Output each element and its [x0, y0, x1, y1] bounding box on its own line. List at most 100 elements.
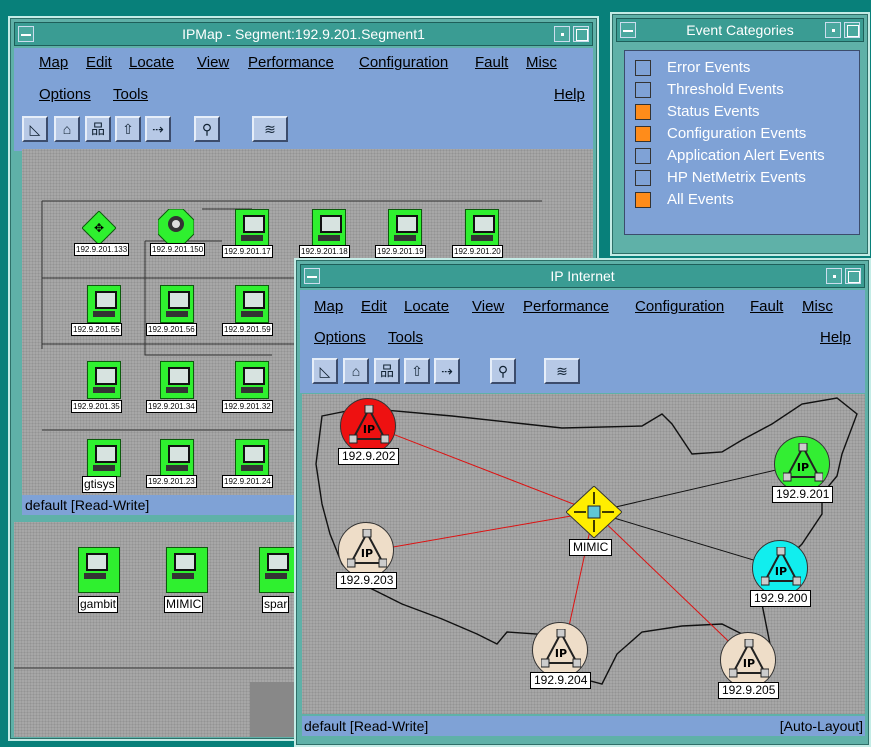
- hp-openview-icon[interactable]: ≋: [252, 116, 288, 142]
- node-label: 192.9.201.18: [299, 245, 350, 258]
- close-map-icon[interactable]: ◺: [312, 358, 338, 384]
- tree-icon[interactable]: 品: [374, 358, 400, 384]
- host-node[interactable]: [235, 285, 269, 323]
- status-square-icon: [635, 170, 651, 186]
- home-icon[interactable]: ⌂: [54, 116, 80, 142]
- menu-configuration[interactable]: Configuration: [359, 54, 448, 71]
- ip-network-node[interactable]: IP: [338, 522, 394, 578]
- magnifier-icon[interactable]: ⚲: [490, 358, 516, 384]
- internet-statusbar: default [Read-Write] [Auto-Layout]: [302, 716, 865, 736]
- home-icon[interactable]: ⌂: [343, 358, 369, 384]
- maximize-button[interactable]: [844, 22, 860, 38]
- menu-edit[interactable]: Edit: [86, 54, 112, 71]
- menu-fault[interactable]: Fault: [475, 54, 508, 71]
- hub-node[interactable]: [565, 485, 623, 539]
- svg-text:IP: IP: [743, 657, 755, 670]
- menu-help[interactable]: Help: [820, 329, 851, 346]
- menu-fault[interactable]: Fault: [750, 298, 783, 315]
- host-node[interactable]: [388, 209, 422, 247]
- menu-map[interactable]: Map: [39, 54, 68, 71]
- node-label: 192.9.201.35: [71, 400, 122, 413]
- ip-network-label: 192.9.205: [718, 682, 780, 699]
- ipmap-titlebar[interactable]: IPMap - Segment:192.9.201.Segment1: [14, 22, 593, 46]
- window-menu-button[interactable]: [304, 268, 320, 284]
- ip-network-label: 192.9.200: [750, 590, 812, 607]
- host-node[interactable]: [87, 439, 121, 477]
- menu-performance[interactable]: Performance: [523, 298, 609, 315]
- event-category-label: Application Alert Events: [667, 147, 825, 164]
- event-category-label: HP NetMetrix Events: [667, 169, 806, 186]
- menu-edit[interactable]: Edit: [361, 298, 387, 315]
- host-node[interactable]: [235, 361, 269, 399]
- network-icon: IP: [783, 443, 823, 482]
- host-node[interactable]: [87, 361, 121, 399]
- events-titlebar[interactable]: Event Categories: [616, 18, 864, 42]
- up-arrow-icon[interactable]: ⇧: [115, 116, 141, 142]
- internet-canvas[interactable]: IP 192.9.202 IP 192.9.201 IP 192.9.203 IP 192.9…: [302, 394, 865, 714]
- menu-misc[interactable]: Misc: [526, 54, 557, 71]
- host-node[interactable]: [87, 285, 121, 323]
- host-node[interactable]: [312, 209, 346, 247]
- host-node[interactable]: [160, 285, 194, 323]
- host-node[interactable]: [160, 439, 194, 477]
- status-square-icon: [635, 126, 651, 142]
- host-node[interactable]: [166, 547, 208, 593]
- minimize-button[interactable]: [826, 268, 842, 284]
- menu-view[interactable]: View: [472, 298, 504, 315]
- menu-configuration[interactable]: Configuration: [635, 298, 724, 315]
- menu-locate[interactable]: Locate: [404, 298, 449, 315]
- maximize-button[interactable]: [845, 268, 861, 284]
- svg-text:✥: ✥: [94, 221, 104, 235]
- svg-text:IP: IP: [555, 647, 567, 660]
- host-node[interactable]: [235, 209, 269, 247]
- tree-icon[interactable]: 品: [85, 116, 111, 142]
- menu-locate[interactable]: Locate: [129, 54, 174, 71]
- host-node[interactable]: [235, 439, 269, 477]
- events-title: Event Categories: [686, 22, 794, 38]
- minimize-button[interactable]: [825, 22, 841, 38]
- ip-network-node[interactable]: IP: [340, 398, 396, 454]
- navigate-icon[interactable]: ⇢: [434, 358, 460, 384]
- node-label: 192.9.201.133: [74, 243, 130, 256]
- navigate-icon[interactable]: ⇢: [145, 116, 171, 142]
- menu-options[interactable]: Options: [314, 329, 366, 346]
- menu-options[interactable]: Options: [39, 86, 91, 103]
- maximize-button[interactable]: [573, 26, 589, 42]
- ip-network-label: 192.9.201: [772, 486, 834, 503]
- menu-performance[interactable]: Performance: [248, 54, 334, 71]
- menu-tools[interactable]: Tools: [388, 329, 423, 346]
- ip-network-label: 192.9.203: [336, 572, 398, 589]
- svg-text:IP: IP: [361, 547, 373, 560]
- ip-network-node[interactable]: IP: [720, 632, 776, 688]
- hp-openview-icon[interactable]: ≋: [544, 358, 580, 384]
- connector-node[interactable]: ✥: [81, 210, 117, 246]
- internet-titlebar[interactable]: IP Internet: [300, 264, 865, 288]
- server-node[interactable]: [78, 547, 120, 593]
- host-node[interactable]: [160, 361, 194, 399]
- menu-help[interactable]: Help: [554, 86, 585, 103]
- internet-title: IP Internet: [550, 268, 615, 284]
- up-arrow-icon[interactable]: ⇧: [404, 358, 430, 384]
- event-category-label: Configuration Events: [667, 125, 807, 142]
- minimize-button[interactable]: [554, 26, 570, 42]
- window-menu-button[interactable]: [18, 26, 34, 42]
- node-label: gtisys: [82, 476, 117, 493]
- menu-view[interactable]: View: [197, 54, 229, 71]
- event-category-label: All Events: [667, 191, 734, 208]
- magnifier-icon[interactable]: ⚲: [194, 116, 220, 142]
- menu-map[interactable]: Map: [314, 298, 343, 315]
- node-label: 192.9.201.20: [452, 245, 503, 258]
- node-label: MIMIC: [164, 596, 204, 613]
- ip-network-node[interactable]: IP: [532, 622, 588, 678]
- router-node[interactable]: [157, 208, 195, 246]
- close-map-icon[interactable]: ◺: [22, 116, 48, 142]
- menu-tools[interactable]: Tools: [113, 86, 148, 103]
- host-node[interactable]: [465, 209, 499, 247]
- ip-network-node[interactable]: IP: [774, 436, 830, 492]
- menu-misc[interactable]: Misc: [802, 298, 833, 315]
- event-category-label: Status Events: [667, 103, 760, 120]
- window-menu-button[interactable]: [620, 22, 636, 38]
- network-icon: IP: [761, 547, 801, 586]
- ip-network-node[interactable]: IP: [752, 540, 808, 596]
- network-icon: IP: [349, 405, 389, 444]
